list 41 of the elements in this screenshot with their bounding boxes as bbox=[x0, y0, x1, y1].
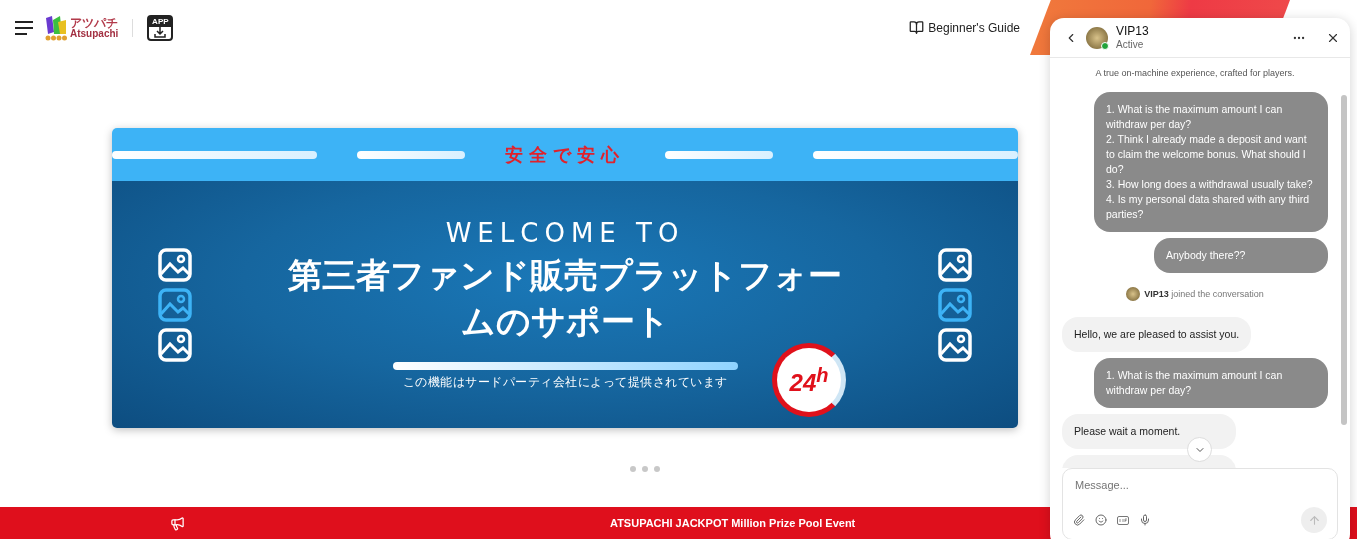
message-bubble: Anybody there?? bbox=[1154, 238, 1328, 273]
attach-icon[interactable] bbox=[1073, 514, 1085, 526]
gif-icon[interactable] bbox=[1117, 515, 1129, 525]
clock-drawing: 24$^{h}$ bbox=[772, 343, 846, 417]
app-download-button[interactable]: APP bbox=[147, 14, 174, 41]
megaphone-icon bbox=[170, 515, 185, 531]
image-icon bbox=[938, 327, 972, 362]
image-icon bbox=[938, 287, 972, 322]
emoji-icon[interactable] bbox=[1095, 514, 1107, 526]
carousel-dot[interactable] bbox=[629, 466, 636, 472]
carousel-dot[interactable] bbox=[641, 466, 648, 472]
logo-wordmark: Atsupachi bbox=[70, 28, 119, 39]
logo-icon bbox=[44, 13, 68, 42]
banner-caption: この機能はサードパーティ会社によって提供されています bbox=[402, 374, 728, 391]
image-icon bbox=[158, 247, 192, 282]
announcement-text: ATSUPACHI JACKPOT Million Prize Pool Event bbox=[610, 517, 856, 529]
banner-welcome: WELCOME TO bbox=[445, 218, 685, 248]
agent-name: VIP13 bbox=[1116, 24, 1150, 39]
scrollbar[interactable] bbox=[1341, 95, 1347, 425]
image-icon bbox=[158, 287, 192, 322]
download-icon bbox=[154, 26, 167, 38]
image-icon bbox=[158, 327, 192, 362]
carousel-dot[interactable] bbox=[653, 466, 660, 472]
microphone-icon[interactable] bbox=[1139, 514, 1151, 526]
guide-link[interactable]: Beginner's Guide bbox=[909, 20, 1020, 35]
agent-status: Active bbox=[1116, 38, 1145, 51]
book-icon bbox=[909, 20, 925, 35]
message-bubble: Please wait a moment. bbox=[1062, 414, 1236, 449]
banner-headline: 第三者ファンド販売プラットフォームのサポート bbox=[287, 255, 843, 342]
message-bubble: Hello, we are pleased to assist you. bbox=[1062, 317, 1252, 352]
message-bubble: 1. What is the maximum amount I can withdraw per day? 2. Think I already made a deposit and want to claim the welcome bonus. What should I do? 3. How long does a withdrawal usually take? 4. Is my personal data shared with any third parties? bbox=[1094, 92, 1328, 232]
menu-button[interactable] bbox=[14, 19, 34, 36]
banner-top-title: 安全で安心 bbox=[505, 143, 625, 167]
arrow-up-icon bbox=[1307, 513, 1321, 527]
message-composer[interactable]: Message... bbox=[1062, 468, 1338, 539]
chat-note: A true on-machine experience, crafted for players. bbox=[1094, 68, 1296, 78]
logo-kana: アツパチ bbox=[70, 16, 119, 29]
image-icon bbox=[938, 247, 972, 282]
join-notice: VIP13 joined the conversation bbox=[1144, 289, 1264, 299]
message-bubble: 1. What is the maximum amount I can withdraw per day? bbox=[1094, 358, 1328, 408]
agent-avatar bbox=[1126, 287, 1141, 301]
